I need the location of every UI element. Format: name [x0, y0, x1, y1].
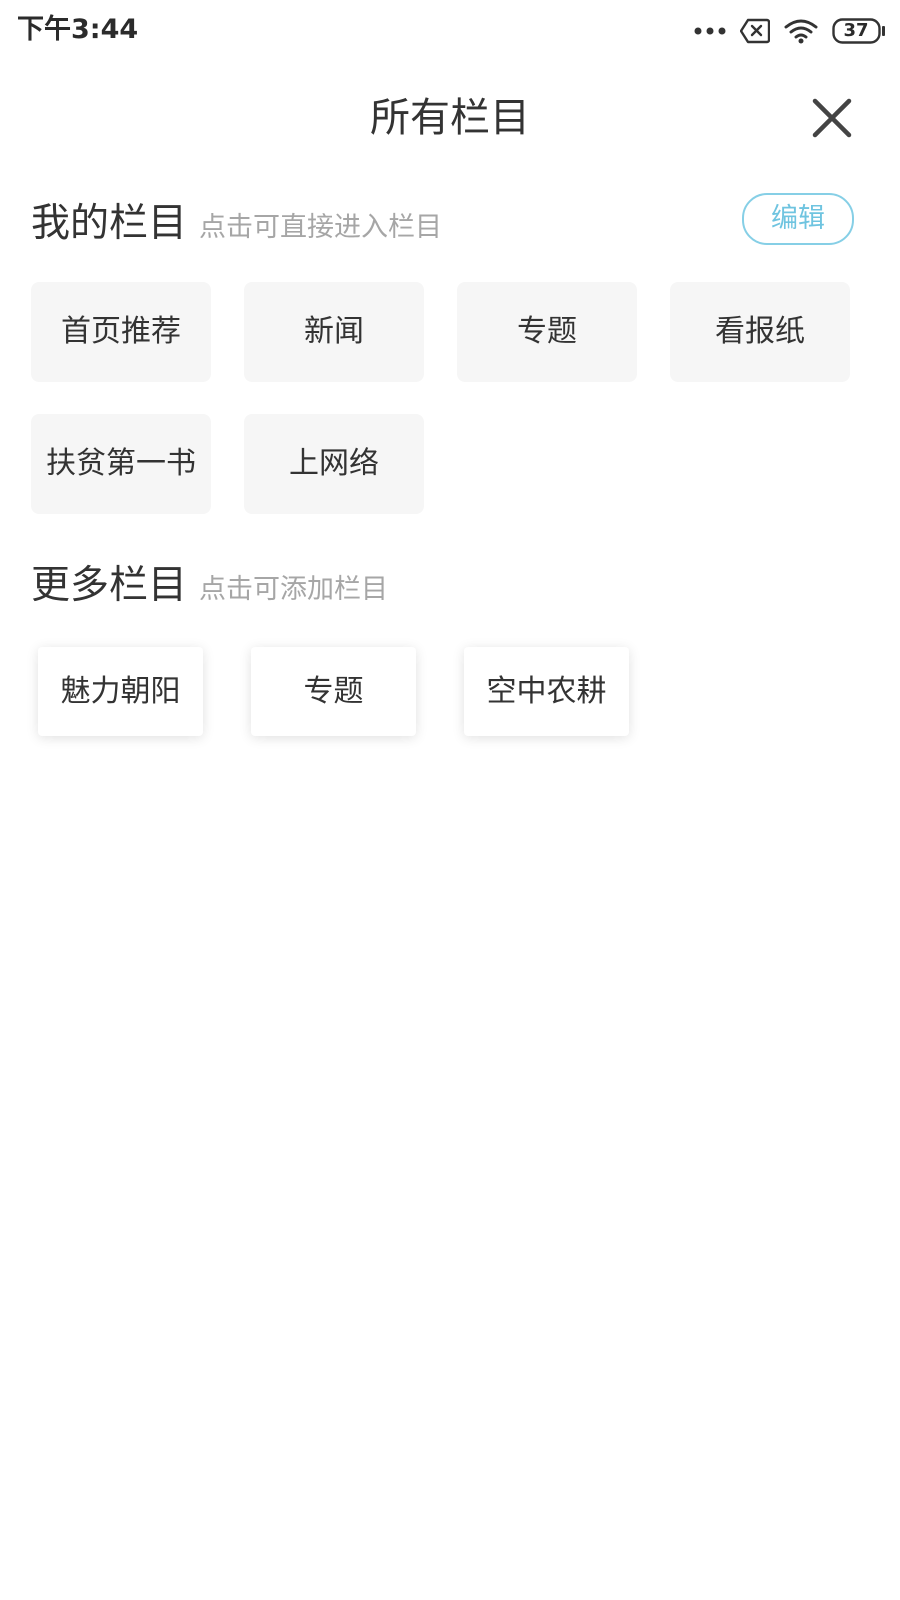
close-button[interactable] [806, 92, 858, 144]
my-channels-hint: 点击可直接进入栏目 [199, 212, 443, 243]
channel-tile[interactable]: 首页推荐 [31, 282, 211, 382]
more-channels-header: 更多栏目 点击可添加栏目 [31, 552, 388, 612]
battery-level: 37 [843, 20, 869, 41]
more-channels-title: 更多栏目 [31, 563, 188, 608]
status-icons: 37 [694, 14, 886, 48]
more-channels-hint: 点击可添加栏目 [199, 574, 389, 605]
wifi-icon [784, 18, 818, 44]
add-channel-tile[interactable]: 魅力朝阳 [38, 647, 203, 736]
status-bar: 下午3:44 37 [0, 0, 900, 62]
my-channels-title: 我的栏目 [31, 201, 188, 246]
close-icon [812, 98, 852, 138]
add-channel-tile[interactable]: 空中农耕 [464, 647, 629, 736]
header: 所有栏目 [0, 78, 900, 158]
channel-tile[interactable]: 扶贫第一书 [31, 414, 211, 514]
channel-tile[interactable]: 专题 [457, 282, 637, 382]
channel-tile[interactable]: 看报纸 [670, 282, 850, 382]
my-channels-header: 我的栏目 点击可直接进入栏目 [31, 190, 442, 250]
battery-icon: 37 [832, 18, 886, 44]
channel-tile[interactable]: 新闻 [244, 282, 424, 382]
sim-error-icon [740, 18, 770, 44]
channel-tile[interactable]: 上网络 [244, 414, 424, 514]
page-title: 所有栏目 [370, 95, 530, 141]
edit-button[interactable]: 编辑 [742, 193, 854, 245]
status-time: 下午3:44 [17, 14, 139, 45]
more-dots-icon [694, 26, 726, 36]
add-channel-tile[interactable]: 专题 [251, 647, 416, 736]
